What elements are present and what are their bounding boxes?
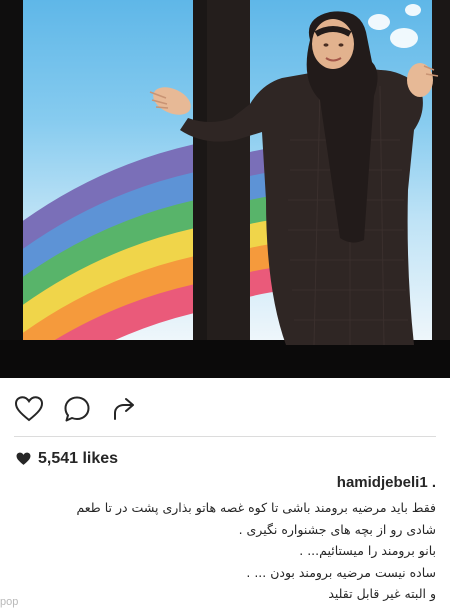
woman-figure — [149, 11, 439, 345]
caption-line: ساده نیست مرضیه برومند بودن ... . — [246, 564, 436, 580]
heart-filled-icon — [16, 452, 31, 465]
caption-line: فقط باید مرضیه برومند باشی تا کوه غصه ها… — [76, 500, 436, 515]
share-arrow-icon — [114, 398, 134, 420]
post-actions — [14, 393, 140, 425]
stage-floor — [0, 340, 450, 378]
post-photo[interactable] — [0, 0, 450, 378]
actions-divider — [14, 436, 436, 437]
post-caption: فقط باید مرضیه برومند باشی تا کوه غصه ها… — [16, 497, 436, 605]
post-username[interactable]: hamidjebeli1 . — [337, 474, 436, 491]
comment-button[interactable] — [62, 394, 92, 424]
share-button[interactable] — [110, 394, 140, 424]
caption-line: بانو برومند را میستائیم... . — [299, 543, 436, 558]
comment-bubble-icon — [64, 396, 90, 422]
heart-outline-icon — [15, 396, 43, 422]
caption-line: و البته غیر قابل تقلید — [328, 586, 436, 601]
watermark-text: pop — [0, 596, 19, 608]
likes-count[interactable]: 5,541 likes — [16, 449, 118, 469]
caption-line: شادی رو از بچه های جشنواره نگیری . — [238, 521, 436, 537]
likes-text: 5,541 likes — [38, 450, 119, 467]
like-button[interactable] — [14, 394, 44, 424]
